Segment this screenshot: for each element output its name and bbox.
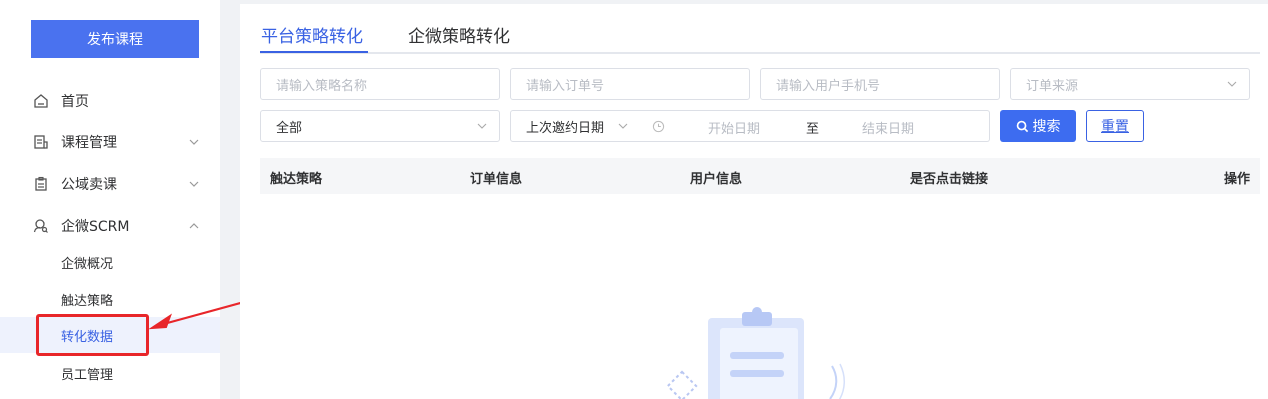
sidebar-item-home[interactable]: 首页 [0,81,220,121]
column-header-actions: 操作 [1223,172,1250,187]
scope-value: 全部 [276,120,303,136]
order-number-input[interactable]: 请输入订单号 [510,68,750,100]
sidebar-item-label: 公域卖课 [61,177,117,193]
column-header-link-clicked: 是否点击链接 [910,172,989,187]
search-button[interactable]: 搜索 [1000,110,1076,142]
chevron-down-icon [618,123,628,129]
sidebar-item-label: 首页 [61,94,89,110]
sidebar-subitem-wecom-overview[interactable]: 企微概况 [0,244,220,280]
start-date-input[interactable]: 开始日期 [708,118,760,137]
column-header-user-info: 用户信息 [690,172,743,187]
sidebar-item-public-sales[interactable]: 公域卖课 [0,164,220,204]
sidebar-subitem-label: 企微概况 [61,256,114,272]
order-source-placeholder: 订单来源 [1026,78,1079,94]
sidebar-subitem-staff-management[interactable]: 员工管理 [0,355,220,391]
clock-icon [652,120,665,133]
date-type-select[interactable]: 上次邀约日期 [510,110,641,142]
tab-platform-strategy[interactable]: 平台策略转化 [261,22,363,47]
sidebar-item-wecom-scrm[interactable]: 企微SCRM [0,206,220,246]
course-icon [34,135,48,149]
clipboard-icon [35,176,47,191]
search-button-label: 搜索 [1032,119,1061,135]
date-type-value: 上次邀约日期 [526,120,605,136]
reset-button[interactable]: 重置 [1086,110,1144,142]
sidebar-item-label: 企微SCRM [61,219,130,235]
sidebar-subitem-label: 触达策略 [61,293,114,309]
tab-wecom-strategy[interactable]: 企微策略转化 [408,22,510,47]
empty-state-illustration [666,307,845,399]
user-search-icon [33,219,48,233]
tab-bar: 平台策略转化 企微策略转化 [260,4,1260,54]
column-header-order-info: 订单信息 [470,172,523,187]
sidebar-subitem-label: 员工管理 [61,367,114,383]
order-source-select[interactable]: 订单来源 [1010,68,1250,100]
search-icon [1016,120,1028,132]
chevron-down-icon [189,139,199,145]
scope-select[interactable]: 全部 [260,110,500,142]
sidebar-item-label: 课程管理 [61,135,117,151]
home-icon [34,94,48,108]
chevron-up-icon [189,223,199,229]
sidebar-item-course-management[interactable]: 课程管理 [0,122,220,162]
active-tab-indicator [260,51,368,53]
date-range-picker[interactable]: 开始日期 至 结束日期 [640,110,990,142]
range-separator: 至 [806,122,820,137]
end-date-input[interactable]: 结束日期 [862,118,914,137]
chevron-down-icon [477,123,487,129]
table-header: 触达策略 订单信息 用户信息 是否点击链接 操作 [260,158,1260,194]
strategy-name-input[interactable]: 请输入策略名称 [260,68,500,100]
highlight-box [36,314,149,356]
publish-course-button[interactable]: 发布课程 [31,20,199,58]
user-phone-input[interactable]: 请输入用户手机号 [760,68,1000,100]
column-header-strategy: 触达策略 [270,172,323,187]
chevron-down-icon [189,181,199,187]
main-panel: 平台策略转化 企微策略转化 请输入策略名称 请输入订单号 请输入用户手机号 订单… [240,4,1268,399]
chevron-down-icon [1227,81,1237,87]
